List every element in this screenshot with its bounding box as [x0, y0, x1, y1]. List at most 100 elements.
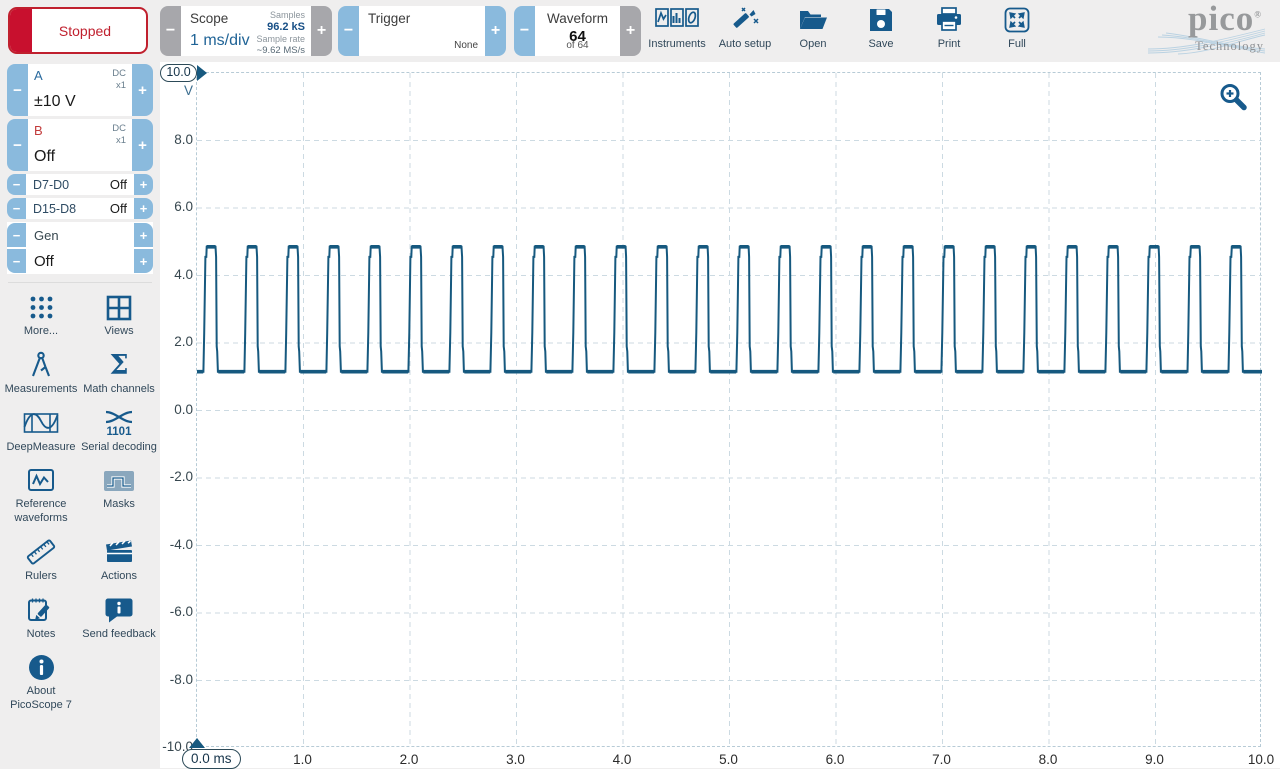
left-sidebar: − A DC x1 ±10 V + − B DC x1 Off + − D7-D…	[0, 62, 160, 768]
registered-mark: ®	[1254, 9, 1262, 19]
open-icon	[798, 5, 828, 33]
channel-a-decrease-button[interactable]: −	[7, 64, 28, 116]
toolbar-label: Auto setup	[719, 38, 772, 50]
channel-a-increase-button[interactable]: +	[132, 64, 153, 116]
gen-increase-button[interactable]: +	[134, 223, 153, 247]
more-grid-icon	[29, 294, 54, 321]
stop-start-button[interactable]: Stopped	[8, 7, 148, 54]
gen-value-increase-button[interactable]: +	[134, 249, 153, 273]
sidebar-tool-math-channels[interactable]: Σ Math channels	[80, 352, 158, 397]
save-icon	[868, 5, 894, 33]
channel-b-coupling: DC	[112, 123, 126, 134]
reference-waveforms-icon	[27, 467, 55, 494]
gridlines	[197, 73, 1262, 748]
channel-b-increase-button[interactable]: +	[132, 119, 153, 171]
d15-d8-increase-button[interactable]: +	[134, 198, 153, 219]
pico-technology-logo: pico® Technology	[1148, 3, 1266, 59]
d7-d0-value: Off	[110, 177, 127, 192]
channel-a-probe: x1	[116, 80, 126, 91]
d7-d0-decrease-button[interactable]: −	[7, 174, 26, 195]
zoom-in-overlay-icon[interactable]	[1218, 82, 1248, 112]
digital-d15-d8-panel: − D15-D8 Off +	[7, 198, 153, 219]
d7-d0-increase-button[interactable]: +	[134, 174, 153, 195]
y-tick-label: -8.0	[160, 672, 193, 688]
toolbar-button-print[interactable]: Print	[920, 5, 978, 50]
sidebar-divider	[8, 282, 152, 283]
scope-increase-button[interactable]: +	[311, 6, 332, 56]
sidebar-tool-rulers[interactable]: Rulers	[2, 539, 80, 584]
channel-a-axis-marker[interactable]: 10.0	[160, 64, 197, 82]
print-icon	[935, 5, 963, 33]
gen-label-row[interactable]: Gen	[26, 222, 134, 248]
trigger-decrease-button[interactable]: −	[338, 6, 359, 56]
svg-text:1101: 1101	[107, 426, 133, 437]
d7-d0-body[interactable]: D7-D0 Off	[26, 174, 134, 195]
toolbar-button-save[interactable]: Save	[852, 5, 910, 50]
x-axis-origin-value: 0.0 ms	[191, 751, 232, 766]
sidebar-tool-measurements[interactable]: Measurements	[2, 352, 80, 397]
trigger-panel-body[interactable]: Trigger None	[359, 6, 485, 56]
deepmeasure-icon	[23, 410, 59, 437]
waveform-previous-button[interactable]: −	[514, 6, 535, 56]
sidebar-tool-more[interactable]: More...	[2, 294, 80, 339]
sidebar-tools-grid: More... Views Measurements Σ Math channelsDe…	[0, 285, 160, 713]
sidebar-tool-serial-decoding[interactable]: 1101Serial decoding	[80, 410, 158, 455]
d15-d8-decrease-button[interactable]: −	[7, 198, 26, 219]
x-tick-label: 2.0	[377, 752, 441, 768]
x-tick-label: 10.0	[1229, 752, 1280, 768]
gen-value-row[interactable]: Off	[26, 248, 134, 274]
timebase-value: 1 ms/div	[190, 32, 250, 50]
sidebar-tool-label: Masks	[103, 498, 135, 512]
toolbar-button-full[interactable]: Full	[988, 5, 1046, 50]
gen-value-decrease-button[interactable]: −	[7, 249, 26, 273]
trigger-settings-panel: − Trigger None +	[338, 6, 506, 56]
toolbar-button-auto-setup[interactable]: Auto setup	[716, 5, 774, 50]
y-tick-label: 2.0	[160, 334, 193, 350]
sidebar-tool-label: About PicoScope 7	[3, 685, 79, 713]
d7-d0-label: D7-D0	[33, 178, 69, 192]
scope-view: 8.06.04.02.00.0-2.0-4.0-6.0-8.0-10.0 1.0…	[160, 62, 1280, 768]
scope-decrease-button[interactable]: −	[160, 6, 181, 56]
sidebar-tool-actions[interactable]: Actions	[80, 539, 158, 584]
sidebar-tool-notes[interactable]: Notes	[2, 597, 80, 642]
toolbar-button-open[interactable]: Open	[784, 5, 842, 50]
toolbar-button-instruments[interactable]: Instruments	[648, 5, 706, 50]
time-axis-marker[interactable]: 0.0 ms	[182, 749, 241, 769]
waveform-plot-area[interactable]	[196, 72, 1261, 747]
sidebar-tool-masks[interactable]: Masks	[80, 467, 158, 526]
x-tick-label: 1.0	[271, 752, 335, 768]
d15-d8-body[interactable]: D15-D8 Off	[26, 198, 134, 219]
actions-icon	[104, 539, 134, 566]
toolbar-label: Save	[868, 38, 893, 50]
waveform-panel-body[interactable]: Waveform 64 of 64	[535, 6, 620, 56]
channel-b-range: Off	[34, 148, 55, 166]
waveform-next-button[interactable]: +	[620, 6, 641, 56]
logo-brand-text: pico	[1188, 0, 1254, 38]
channel-b-panel: − B DC x1 Off +	[7, 119, 153, 171]
channel-b-body[interactable]: B DC x1 Off	[28, 119, 132, 171]
sidebar-tool-label: Send feedback	[82, 628, 155, 642]
channel-b-probe: x1	[116, 135, 126, 146]
sidebar-tool-label: Views	[104, 325, 133, 339]
channel-a-body[interactable]: A DC x1 ±10 V	[28, 64, 132, 116]
trigger-increase-button[interactable]: +	[485, 6, 506, 56]
sidebar-tool-deepmeasure[interactable]: DeepMeasure	[2, 410, 80, 455]
channel-a-axis-arrow-icon	[197, 65, 207, 81]
measurements-icon	[28, 352, 54, 379]
x-tick-label: 4.0	[590, 752, 654, 768]
x-tick-label: 5.0	[697, 752, 761, 768]
y-tick-label: 6.0	[160, 199, 193, 215]
rulers-icon	[25, 539, 57, 566]
sidebar-tool-views[interactable]: Views	[80, 294, 158, 339]
sidebar-tool-label: Math channels	[83, 383, 155, 397]
channel-a-coupling: DC	[112, 68, 126, 79]
gen-decrease-button[interactable]: −	[7, 223, 26, 247]
scope-panel-body[interactable]: Scope 1 ms/div Samples 96.2 kS Sample ra…	[181, 6, 311, 56]
sidebar-tool-reference-waveforms[interactable]: Reference waveforms	[2, 467, 80, 526]
channel-a-panel: − A DC x1 ±10 V +	[7, 64, 153, 116]
svg-text:Σ: Σ	[109, 352, 128, 379]
sidebar-tool-send-feedback[interactable]: Send feedback	[80, 597, 158, 642]
sidebar-tool-about-picoscope-7[interactable]: About PicoScope 7	[2, 654, 80, 713]
channel-b-decrease-button[interactable]: −	[7, 119, 28, 171]
toolbar-label: Open	[800, 38, 827, 50]
